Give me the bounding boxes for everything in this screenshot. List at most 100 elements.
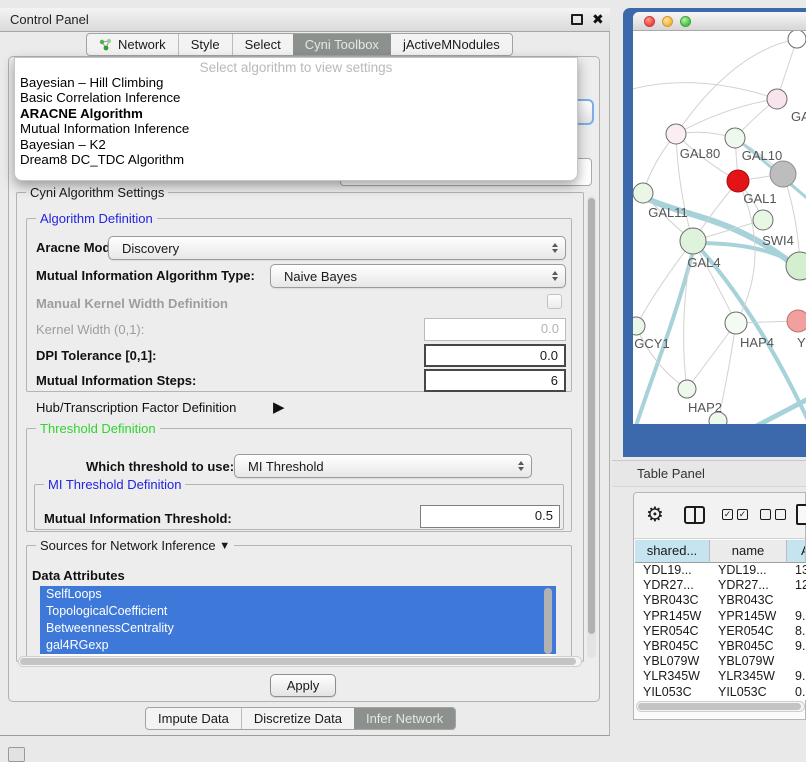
apply-button[interactable]: Apply (270, 674, 336, 697)
table-panel-title: Table Panel (637, 461, 705, 487)
dropdown-option-selected[interactable]: ARACNE Algorithm (15, 106, 577, 121)
mi-threshold-field[interactable]: 0.5 (420, 505, 560, 528)
aracne-mode-combo[interactable]: Discovery (108, 236, 566, 260)
document-icon[interactable] (796, 504, 806, 525)
manual-kernel-label: Manual Kernel Width Definition (36, 296, 228, 311)
tab-impute-data[interactable]: Impute Data (146, 708, 241, 729)
tab-jactivemnodules[interactable]: jActiveMNodules (391, 34, 512, 55)
which-threshold-combo[interactable]: MI Threshold (234, 454, 532, 478)
list-item[interactable]: BetweennessCentrality (40, 620, 556, 637)
kernel-width-field[interactable]: 0.0 (424, 318, 566, 341)
table-row[interactable]: YBR043C YBR043C (635, 593, 806, 608)
cell-third: 8. (787, 624, 806, 639)
mi-type-combo[interactable]: Naive Bayes (270, 264, 566, 288)
tab-style[interactable]: Style (178, 34, 232, 55)
network-view-window: GAL GAL80 GAL10 GAL1 GAL11 SWI4 GAL4 GCY… (633, 12, 806, 424)
table-row[interactable]: YDL19... YDL19... 13 (635, 563, 806, 578)
network-node-gcy1[interactable] (633, 317, 645, 335)
settings-scrollbar-thumb[interactable] (588, 198, 595, 634)
network-node-hap4[interactable] (725, 312, 747, 334)
expand-arrow-icon[interactable]: ▶ (273, 398, 285, 416)
dropdown-option[interactable]: Dream8 DC_TDC Algorithm (15, 152, 577, 167)
network-node[interactable] (788, 31, 806, 48)
node-label: GCY1 (634, 336, 669, 351)
network-node-gal-partial[interactable] (767, 89, 787, 109)
close-traffic-light-icon[interactable] (644, 16, 655, 27)
node-label: SWI4 (762, 233, 794, 248)
tab-network[interactable]: Network (87, 34, 178, 55)
tab-select[interactable]: Select (232, 34, 293, 55)
table-row[interactable]: YPR145W YPR145W 9. (635, 609, 806, 624)
minimized-window-icon[interactable] (8, 747, 25, 762)
bottom-tabstrip: Impute Data Discretize Data Infer Networ… (145, 707, 456, 730)
table-row[interactable]: YLR345W YLR345W 9. (635, 669, 806, 684)
network-node-hap2[interactable] (678, 380, 696, 398)
network-canvas[interactable]: GAL GAL80 GAL10 GAL1 GAL11 SWI4 GAL4 GCY… (633, 31, 806, 424)
manual-kernel-checkbox[interactable] (547, 294, 562, 309)
field-value: 0.0 (540, 348, 558, 363)
column-header-shared[interactable]: shared... (635, 540, 710, 563)
zoom-traffic-light-icon[interactable] (680, 16, 691, 27)
network-node-selected-red[interactable] (727, 170, 749, 192)
list-item[interactable]: gal4RGexp (40, 637, 556, 654)
network-node[interactable] (786, 252, 806, 280)
list-item[interactable]: TopologicalCoefficient (40, 603, 556, 620)
dpi-tolerance-field[interactable]: 0.0 (424, 344, 566, 367)
float-window-icon[interactable] (571, 14, 583, 25)
table-rows: YDL19... YDL19... 13 YDR27... YDR27... 1… (635, 563, 806, 700)
dropdown-option[interactable]: Mutual Information Inference (15, 121, 577, 136)
tab-cyni-toolbox[interactable]: Cyni Toolbox (293, 34, 391, 55)
network-node-gal80[interactable] (666, 124, 686, 144)
combo-value: MI Threshold (248, 459, 324, 474)
settings-hscrollbar-thumb[interactable] (20, 658, 576, 665)
select-all-icon[interactable]: ✓✓ (722, 509, 748, 520)
gear-icon[interactable]: ⚙ (646, 502, 664, 527)
table-row[interactable]: YBR045C YBR045C 9. (635, 639, 806, 654)
cell-shared: YBL079W (635, 654, 710, 669)
control-panel-tabstrip: Network Style Select Cyni Toolbox jActiv… (86, 33, 513, 56)
network-node-gray[interactable] (770, 161, 796, 187)
node-label: GAL1 (743, 191, 776, 206)
network-node[interactable] (633, 183, 653, 203)
cell-shared: YER054C (635, 624, 710, 639)
table-hscrollbar-thumb[interactable] (638, 703, 801, 710)
table-toolbar: ⚙ ✓✓ (634, 493, 805, 539)
network-window-titlebar[interactable] (633, 12, 806, 31)
collapse-arrow-icon[interactable]: ▼ (219, 540, 230, 552)
minimize-traffic-light-icon[interactable] (662, 16, 673, 27)
combo-value: Discovery (122, 241, 179, 256)
hub-section-label[interactable]: Hub/Transcription Factor Definition (36, 400, 236, 415)
dropdown-option[interactable]: Bayesian – Hill Climbing (15, 75, 577, 90)
network-node-gal4[interactable] (680, 228, 706, 254)
network-node-gal10[interactable] (725, 128, 745, 148)
data-attributes-label: Data Attributes (32, 568, 125, 583)
mi-steps-label: Mutual Information Steps: (36, 373, 196, 388)
tab-discretize-data[interactable]: Discretize Data (241, 708, 354, 729)
data-attributes-list[interactable]: SelfLoops TopologicalCoefficient Between… (40, 586, 556, 656)
list-item[interactable]: SelfLoops (40, 586, 556, 603)
dropdown-option[interactable]: Bayesian – K2 (15, 137, 577, 152)
split-view-icon[interactable] (684, 506, 705, 524)
table-panel-window: ⚙ ✓✓ shared... name A YDL19... YDL19... … (633, 492, 806, 720)
attribute-list-scrollbar-thumb[interactable] (544, 588, 552, 654)
tab-infer-network[interactable]: Infer Network (354, 708, 455, 729)
table-row[interactable]: YDR27... YDR27... 12 (635, 578, 806, 593)
algorithm-dropdown-popup: Select algorithm to view settings Bayesi… (14, 57, 578, 181)
cell-third: 9. (787, 669, 806, 684)
column-header-name[interactable]: name (710, 540, 787, 563)
mi-steps-field[interactable]: 6 (424, 369, 566, 392)
network-node-salmon[interactable] (787, 310, 806, 332)
table-row[interactable]: YBL079W YBL079W (635, 654, 806, 669)
dropdown-option[interactable]: Basic Correlation Inference (15, 90, 577, 105)
cell-name: YLR345W (710, 669, 787, 684)
table-row[interactable]: YIL053C YIL053C 0. (635, 685, 806, 700)
deselect-all-icon[interactable] (760, 509, 786, 520)
node-label: GAL80 (680, 146, 720, 161)
network-node-gal1[interactable] (753, 210, 773, 230)
column-header-third[interactable]: A (787, 540, 806, 563)
which-threshold-label: Which threshold to use: (86, 459, 234, 474)
close-icon[interactable]: ✖ (592, 11, 604, 28)
table-row[interactable]: YER054C YER054C 8. (635, 624, 806, 639)
stepper-arrows-icon (552, 271, 558, 281)
cell-third (787, 593, 806, 608)
